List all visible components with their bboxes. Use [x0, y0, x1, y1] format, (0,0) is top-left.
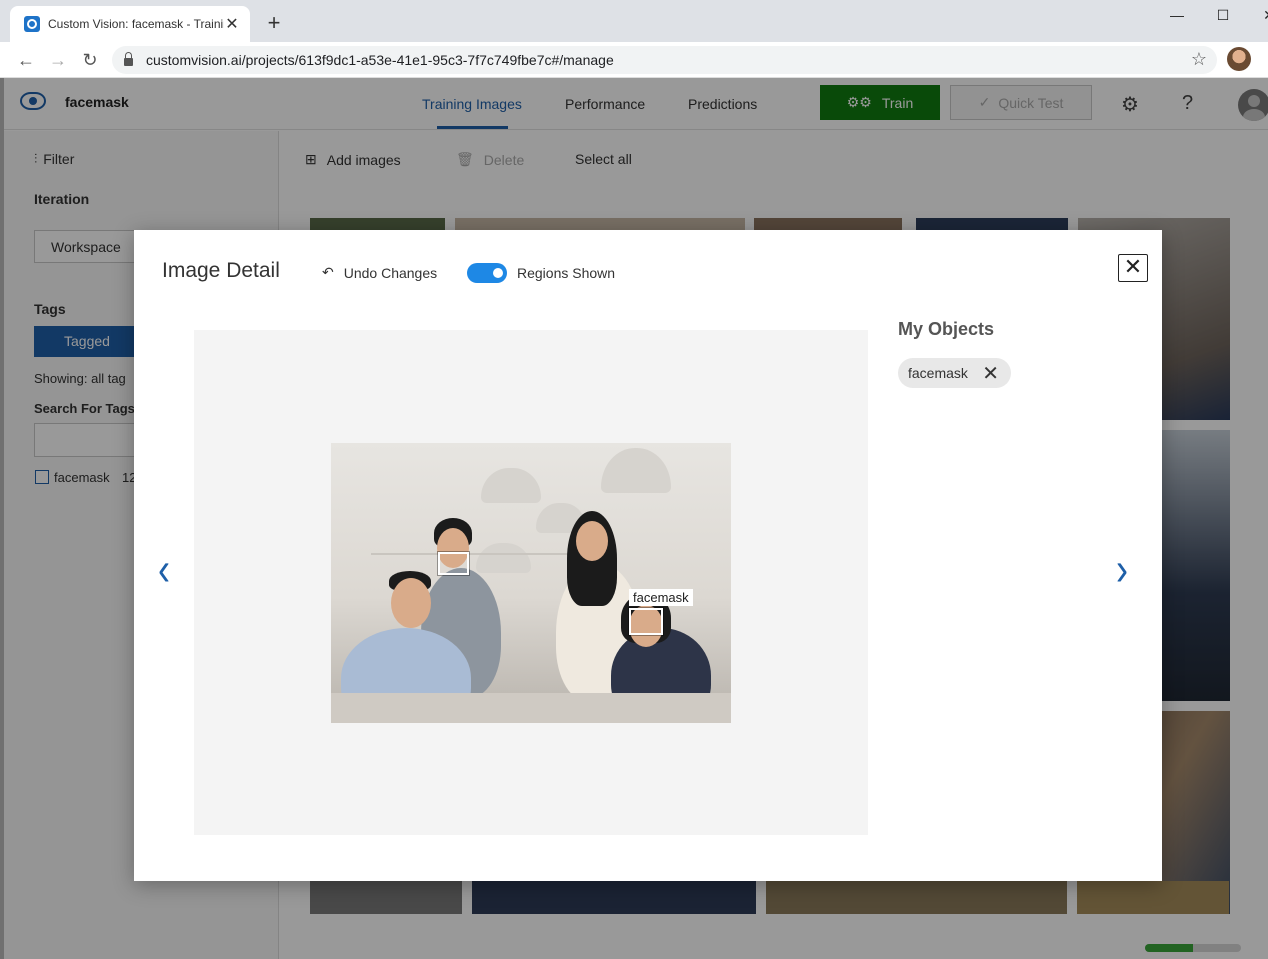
chevron-left-icon[interactable]: ‹ — [158, 542, 170, 597]
region-box[interactable] — [629, 608, 663, 635]
object-tag-chip[interactable]: facemask ✕ — [898, 358, 1011, 388]
table — [331, 693, 731, 723]
undo-label: Undo Changes — [343, 264, 438, 281]
region-box[interactable] — [438, 552, 469, 575]
lamp — [476, 543, 531, 573]
object-tag-label: facemask — [908, 365, 968, 381]
chevron-right-icon[interactable]: › — [1116, 542, 1128, 597]
face — [576, 521, 608, 561]
undo-changes-button[interactable]: ↶ Undo Changes — [322, 264, 437, 281]
remove-tag-icon[interactable]: ✕ — [982, 361, 999, 386]
modal-title: Image Detail — [162, 259, 280, 282]
lock-icon — [124, 52, 133, 66]
close-icon[interactable]: ✕ — [1118, 254, 1148, 282]
regions-shown-label: Regions Shown — [517, 265, 616, 281]
region-label: facemask — [629, 589, 693, 606]
bookmark-star-icon[interactable]: ☆ — [1191, 49, 1207, 70]
undo-icon: ↶ — [322, 264, 334, 280]
tab-close-icon[interactable]: ✕ — [224, 14, 240, 34]
browser-tab[interactable]: Custom Vision: facemask - Trainin ✕ — [10, 6, 250, 42]
lamp — [601, 448, 671, 493]
browser-profile-avatar[interactable] — [1227, 47, 1251, 71]
maximize-icon[interactable]: ☐ — [1200, 2, 1246, 28]
forward-icon[interactable]: → — [46, 48, 70, 72]
new-tab-icon[interactable]: + — [262, 10, 286, 36]
my-objects-title: My Objects — [898, 319, 995, 339]
training-photo — [331, 443, 731, 723]
url-text: customvision.ai/projects/613f9dc1-a53e-4… — [146, 52, 614, 68]
face — [391, 578, 431, 628]
browser-toolbar: ← → ↻ customvision.ai/projects/613f9dc1-… — [0, 42, 1268, 78]
reload-icon[interactable]: ↻ — [78, 48, 102, 72]
browser-tab-strip: Custom Vision: facemask - Trainin ✕ + — … — [0, 0, 1268, 42]
regions-shown-toggle[interactable] — [467, 263, 507, 283]
minimize-icon[interactable]: — — [1154, 2, 1200, 28]
back-icon[interactable]: ← — [14, 48, 38, 72]
tab-title: Custom Vision: facemask - Trainin — [48, 17, 224, 31]
image-detail-modal: Image Detail ↶ Undo Changes Regions Show… — [134, 230, 1162, 881]
shelf — [371, 553, 571, 555]
lamp — [481, 468, 541, 503]
window-close-icon[interactable]: ✕ — [1246, 2, 1268, 28]
address-bar[interactable]: customvision.ai/projects/613f9dc1-a53e-4… — [112, 46, 1217, 74]
favicon-icon — [24, 16, 40, 32]
